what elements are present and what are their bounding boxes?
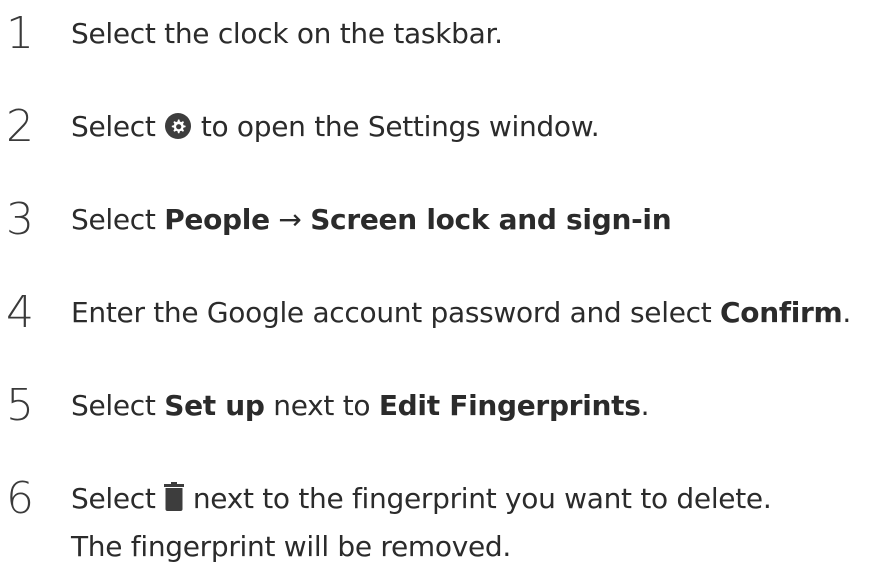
step-bold-confirm: Confirm — [720, 296, 843, 329]
step-number: 5 — [6, 380, 34, 431]
step-number: 4 — [6, 287, 34, 338]
step-text-middle: next to — [273, 389, 371, 422]
step-text: Enter the Google account password and se… — [71, 283, 851, 343]
step-number: 1 — [6, 8, 34, 59]
step-bold-people: People — [164, 203, 270, 236]
settings-gear-icon — [164, 101, 192, 161]
step-text: Select to open the Settings window. — [71, 97, 600, 161]
step-text-before-icon: Select — [71, 482, 156, 515]
trash-icon — [164, 473, 185, 533]
step-3: 3 Select People → Screen lock and sign-i… — [0, 190, 878, 250]
step-bold-edit-fingerprints: Edit Fingerprints — [378, 389, 641, 422]
step-text-after-icon: next to the fingerprint you want to dele… — [192, 482, 772, 515]
step-text-prefix: Enter the Google account password and se… — [71, 296, 712, 329]
step-number: 3 — [6, 194, 34, 245]
step-number: 6 — [6, 473, 34, 524]
result-note: The fingerprint will be removed. — [71, 530, 511, 563]
step-text-before-icon: Select — [71, 110, 156, 143]
step-text-prefix: Select — [71, 203, 156, 236]
step-text: Select next to the fingerprint you want … — [71, 469, 772, 533]
step-bold-set-up: Set up — [164, 389, 265, 422]
step-text-after-icon: to open the Settings window. — [200, 110, 600, 143]
step-text-prefix: Select — [71, 389, 156, 422]
step-text: Select Set up next to Edit Fingerprints. — [71, 376, 649, 436]
step-6: 6 Select next to the fingerprint you wan… — [0, 469, 878, 529]
step-4: 4 Enter the Google account password and … — [0, 283, 878, 343]
step-text-suffix: . — [640, 389, 650, 422]
step-5: 5 Select Set up next to Edit Fingerprint… — [0, 376, 878, 436]
step-2: 2 Select to open the Settings window. — [0, 97, 878, 157]
step-text-suffix: . — [842, 296, 852, 329]
step-number: 2 — [6, 101, 34, 152]
step-text: Select the clock on the taskbar. — [71, 17, 503, 50]
step-bold-screen-lock: Screen lock and sign-in — [310, 203, 672, 236]
arrow: → — [278, 203, 302, 236]
step-text: Select People → Screen lock and sign-in — [71, 190, 672, 250]
step-1: 1 Select the clock on the taskbar. — [0, 4, 878, 64]
